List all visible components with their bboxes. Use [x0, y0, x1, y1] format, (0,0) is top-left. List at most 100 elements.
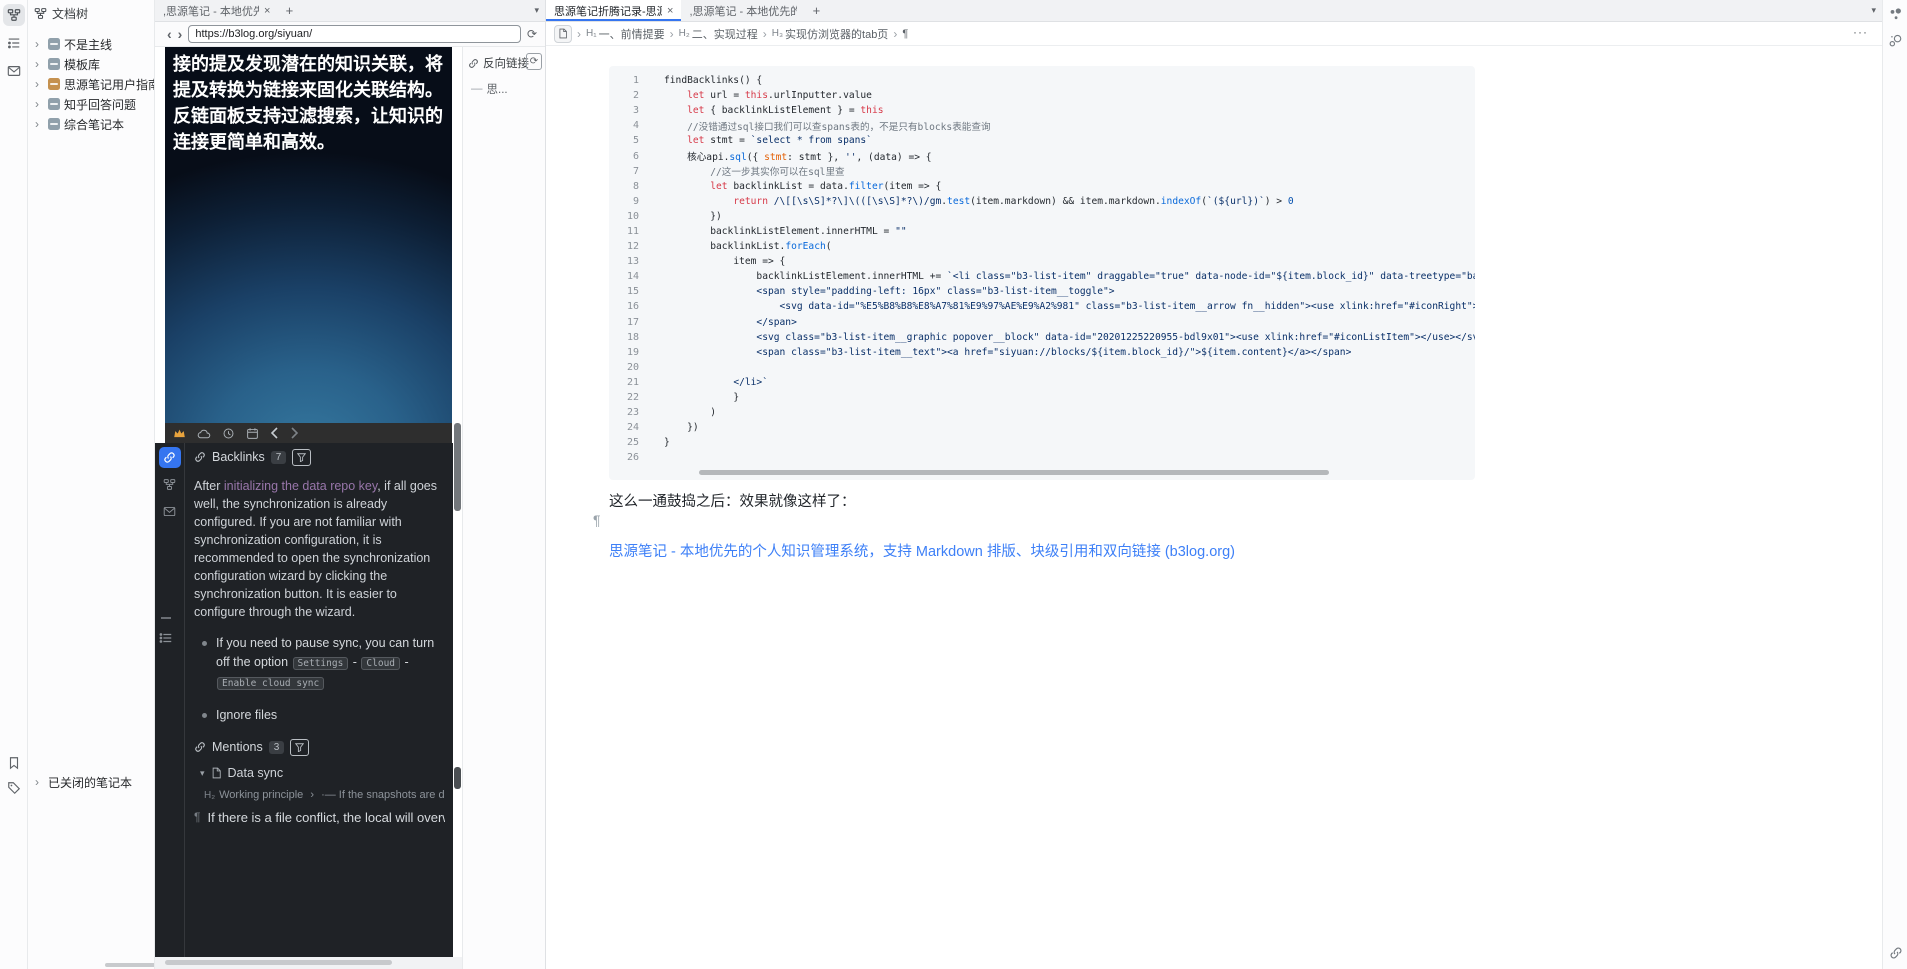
- scrollbar-thumb[interactable]: [454, 423, 461, 511]
- mention-breadcrumb-row[interactable]: H₂Working principle › ·— If the snapshot…: [204, 789, 445, 801]
- closed-notebooks-item[interactable]: › 已关闭的笔记本: [28, 772, 132, 792]
- editor-content[interactable]: 1findBacklinks() {2 let url = this.urlIn…: [546, 46, 1882, 969]
- left-dock-rail: [0, 0, 28, 969]
- tab-label: ,思源笔记 - 本地优先的: [689, 3, 797, 19]
- sidebar-hscrollbar[interactable]: [105, 963, 155, 967]
- heading-tag: H₁: [586, 28, 597, 39]
- forward-button[interactable]: ›: [178, 27, 183, 41]
- browser-tab[interactable]: ,思源笔记 - 本地优先的 ×: [155, 0, 278, 21]
- new-tab-button[interactable]: +: [278, 0, 300, 21]
- right-dock-rail: [1882, 0, 1907, 969]
- code-line: 4 //没错通过sql接口我们可以查spans表的，不是只有blocks表能查询: [609, 118, 1475, 133]
- code-block[interactable]: 1findBacklinks() {2 let url = this.urlIn…: [609, 66, 1475, 480]
- tab-menu-chevron-icon[interactable]: ▾: [1871, 5, 1876, 16]
- tag-dock-button[interactable]: [3, 777, 25, 799]
- backlinks-title: Backlinks: [212, 450, 265, 464]
- code-line: 21 </li>`: [609, 375, 1475, 390]
- bullet-item[interactable]: Ignore files: [202, 706, 442, 725]
- browser-content: 接的提及发现潜在的知识关联，将提及转换为链接来固化关联结构。反链面板支持过滤搜索…: [155, 47, 545, 969]
- code-line: 25}: [609, 435, 1475, 450]
- breadcrumb-item[interactable]: H₂二、实现过程: [679, 26, 758, 42]
- cloud-icon[interactable]: [197, 428, 211, 439]
- chevron-right-icon[interactable]: ›: [35, 97, 44, 111]
- sidebar-notebook-item[interactable]: ›模板库: [28, 54, 154, 74]
- webpage-view[interactable]: 接的提及发现潜在的知识关联，将提及转换为链接来固化关联结构。反链面板支持过滤搜索…: [165, 47, 452, 423]
- outline-dock-button[interactable]: [3, 32, 25, 54]
- backlink-strip-title: 反向链接: [483, 55, 529, 71]
- history-icon[interactable]: [222, 427, 235, 440]
- scrollbar-thumb[interactable]: [454, 767, 461, 789]
- mention-result-row[interactable]: ¶ If there is a file conflict, the local…: [194, 810, 445, 825]
- notebook-label: 不是主线: [64, 36, 112, 53]
- url-input[interactable]: [188, 25, 521, 43]
- refresh-button[interactable]: ⟳: [526, 53, 542, 70]
- webpage-toolbar: [165, 423, 452, 443]
- global-graph-dock-button[interactable]: [1885, 30, 1905, 50]
- chevron-right-icon[interactable]: ›: [35, 37, 44, 51]
- editor-tab[interactable]: ,思源笔记 - 本地优先的: [681, 0, 805, 21]
- backlink-dock-button[interactable]: [1885, 942, 1907, 964]
- filter-button[interactable]: [292, 449, 311, 466]
- breadcrumb-item[interactable]: ¶: [902, 28, 908, 40]
- document-icon[interactable]: [554, 25, 572, 43]
- inbox-dock-button[interactable]: [3, 60, 25, 82]
- link-icon: [194, 741, 206, 753]
- pilcrow-icon: ¶: [194, 810, 200, 824]
- back-button[interactable]: ‹: [167, 27, 172, 41]
- code-hscrollbar[interactable]: [699, 470, 1329, 475]
- line-number: 23: [609, 407, 639, 418]
- browser-vscrollbar[interactable]: [453, 47, 462, 957]
- breadcrumb-item[interactable]: H₁一、前情提要: [586, 26, 665, 42]
- line-number: 1: [609, 75, 639, 86]
- sidebar-notebook-item[interactable]: › 不是主线: [28, 34, 154, 54]
- backlinks-panel: Backlinks 7 After initializing the data …: [155, 443, 453, 957]
- inbox-tab-button[interactable]: [159, 501, 181, 522]
- bookmark-dock-button[interactable]: [3, 752, 25, 774]
- backlink-paragraph[interactable]: After initializing the data repo key, if…: [194, 477, 446, 621]
- line-number: 25: [609, 437, 639, 448]
- crown-icon[interactable]: [173, 428, 186, 439]
- browser-pane: ,思源笔记 - 本地优先的 × + ▾ ‹ › ⟳ 接的提及发现潜在的知识关联，…: [155, 0, 545, 969]
- tab-menu-chevron-icon[interactable]: ▾: [534, 5, 539, 16]
- notebook-label: 知乎回答问题: [64, 96, 136, 113]
- panel-hscrollbar[interactable]: [155, 957, 462, 969]
- bullet-item[interactable]: If you need to pause sync, you can turn …: [202, 634, 442, 693]
- scrollbar-thumb[interactable]: [165, 960, 392, 965]
- chevron-down-icon[interactable]: ▾: [200, 768, 205, 779]
- paragraph-text[interactable]: 这么一通鼓捣之后：效果就像这样了：: [609, 490, 856, 511]
- editor-tab[interactable]: 思源笔记折腾记录-思源P×: [546, 0, 681, 21]
- filter-button[interactable]: [290, 739, 309, 756]
- new-tab-button[interactable]: +: [805, 0, 827, 21]
- close-tab-icon[interactable]: ×: [264, 5, 270, 17]
- chevron-right-icon[interactable]: ›: [35, 57, 44, 71]
- pilcrow-icon: ¶: [593, 512, 601, 528]
- list-gutter-icon[interactable]: [159, 631, 173, 645]
- link-icon: [194, 451, 206, 463]
- sidebar-notebook-item[interactable]: ›综合笔记本: [28, 114, 154, 134]
- chevron-right-icon[interactable]: [290, 427, 299, 439]
- chevron-left-icon[interactable]: [270, 427, 279, 439]
- breadcrumb-item[interactable]: H₃实现仿浏览器的tab页: [772, 26, 889, 42]
- calendar-icon[interactable]: [246, 427, 259, 440]
- outline-icon: [7, 36, 21, 50]
- sidebar-notebook-item[interactable]: ›思源笔记用户指南: [28, 74, 154, 94]
- more-icon[interactable]: ···: [1853, 25, 1868, 39]
- document-link[interactable]: 思源笔记 - 本地优先的个人知识管理系统，支持 Markdown 排版、块级引用…: [609, 540, 1235, 561]
- doc-tree-dock-button[interactable]: [3, 4, 25, 26]
- chevron-right-icon[interactable]: ›: [35, 117, 44, 131]
- graph-tab-button[interactable]: [159, 474, 181, 495]
- graph-dock-button[interactable]: [1885, 4, 1905, 24]
- sidebar-notebook-item[interactable]: › 知乎回答问题: [28, 94, 154, 114]
- backlink-strip-item[interactable]: — 思...: [463, 71, 545, 97]
- mention-doc-row[interactable]: ▾ Data sync: [200, 766, 445, 780]
- backlink-tab-button[interactable]: [159, 447, 181, 468]
- refresh-icon[interactable]: ⟳: [527, 27, 537, 41]
- bookmark-icon: [7, 756, 21, 770]
- close-tab-icon[interactable]: ×: [667, 5, 673, 17]
- doc-tree-title: 文档树: [52, 5, 88, 22]
- code-line: 13 item => {: [609, 254, 1475, 269]
- tag-icon: [7, 781, 21, 795]
- browser-tabbar: ,思源笔记 - 本地优先的 × + ▾: [155, 0, 545, 22]
- chevron-right-icon[interactable]: ›: [35, 77, 44, 91]
- dash-gutter-icon[interactable]: [159, 615, 173, 621]
